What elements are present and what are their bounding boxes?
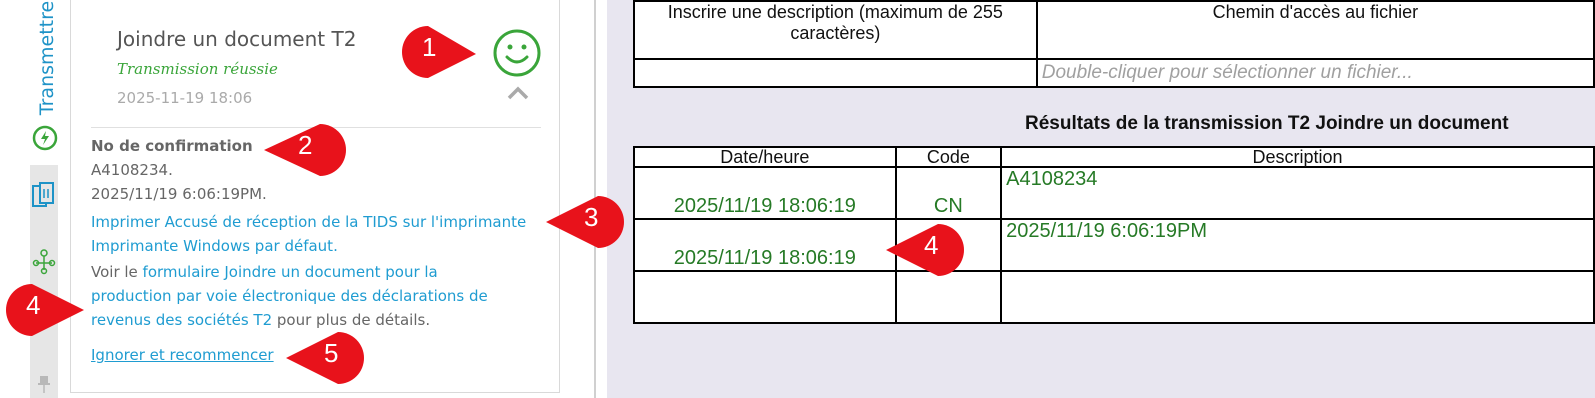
- form-link-end[interactable]: revenus des sociétés T2: [91, 311, 272, 329]
- datetime-cell: [633, 270, 897, 324]
- form-area: Inscrire une description (maximum de 255…: [607, 0, 1595, 398]
- ignore-and-restart-link[interactable]: Ignorer et recommencer: [91, 346, 274, 364]
- form-link-cont[interactable]: production par voie électronique des déc…: [91, 287, 488, 305]
- file-path-header: Chemin d'accès au fichier: [1035, 0, 1595, 60]
- timestamp: 2025-11-19 18:06: [117, 89, 253, 107]
- results-title: Résultats de la transmission T2 Joindre …: [1025, 113, 1509, 134]
- callout-marker: 1: [398, 24, 478, 80]
- print-receipt-link[interactable]: Imprimer Accusé de réception de la TIDS …: [91, 213, 526, 231]
- code-cell: CN: [894, 166, 1003, 220]
- workflow-tree-icon[interactable]: [32, 249, 56, 275]
- see-suffix: pour plus de détails.: [272, 311, 431, 329]
- table-row: [633, 270, 1595, 324]
- table-row: 2025/11/19 18:06:19 2025/11/19 6:06:19PM: [633, 218, 1595, 272]
- tab-transmettre[interactable]: Transmettre: [36, 1, 58, 115]
- success-smiley-icon: [493, 29, 541, 77]
- description-header: Description: [1000, 146, 1595, 168]
- description-header: Inscrire une description (maximum de 255…: [633, 0, 1038, 60]
- confirmation-time: 2025/11/19 6:06:19PM.: [91, 185, 267, 203]
- file-path-input[interactable]: Double-cliquer pour sélectionner un fich…: [1035, 58, 1595, 88]
- pin-icon[interactable]: [36, 374, 52, 394]
- status-text: Transmission réussie: [117, 60, 278, 78]
- code-header: Code: [894, 146, 1003, 168]
- code-cell: [894, 270, 1003, 324]
- description-input[interactable]: [633, 58, 1038, 88]
- description-cell: [1000, 270, 1595, 324]
- form-link[interactable]: formulaire Joindre un document pour la: [143, 263, 438, 281]
- print-receipt-link-cont[interactable]: Imprimante Windows par défaut.: [91, 237, 338, 255]
- callout-marker: 2: [264, 122, 346, 178]
- datetime-cell: 2025/11/19 18:06:19: [633, 218, 897, 272]
- chevron-up-icon[interactable]: [507, 86, 529, 100]
- table-row: 2025/11/19 18:06:19 CN A4108234: [633, 166, 1595, 220]
- description-cell: 2025/11/19 6:06:19PM: [1000, 218, 1595, 272]
- transmit-icon[interactable]: [31, 124, 59, 152]
- callout-marker: 3: [546, 194, 626, 250]
- confirmation-heading: No de confirmation: [91, 137, 253, 155]
- document-table: Inscrire une description (maximum de 255…: [633, 0, 1595, 88]
- datetime-cell: 2025/11/19 18:06:19: [633, 166, 897, 220]
- results-table: Date/heure Code Description 2025/11/19 1…: [633, 146, 1595, 324]
- see-prefix: Voir le: [91, 263, 143, 281]
- confirmation-number: A4108234.: [91, 161, 173, 179]
- documents-icon[interactable]: [31, 181, 57, 211]
- callout-marker: 5: [286, 330, 366, 386]
- callout-marker: 4: [886, 222, 966, 278]
- panel-title: Joindre un document T2: [117, 27, 357, 51]
- description-cell: A4108234: [1000, 166, 1595, 220]
- callout-marker: 4: [2, 282, 84, 338]
- datetime-header: Date/heure: [633, 146, 897, 168]
- vertical-sidebar: Transmettre: [0, 0, 62, 398]
